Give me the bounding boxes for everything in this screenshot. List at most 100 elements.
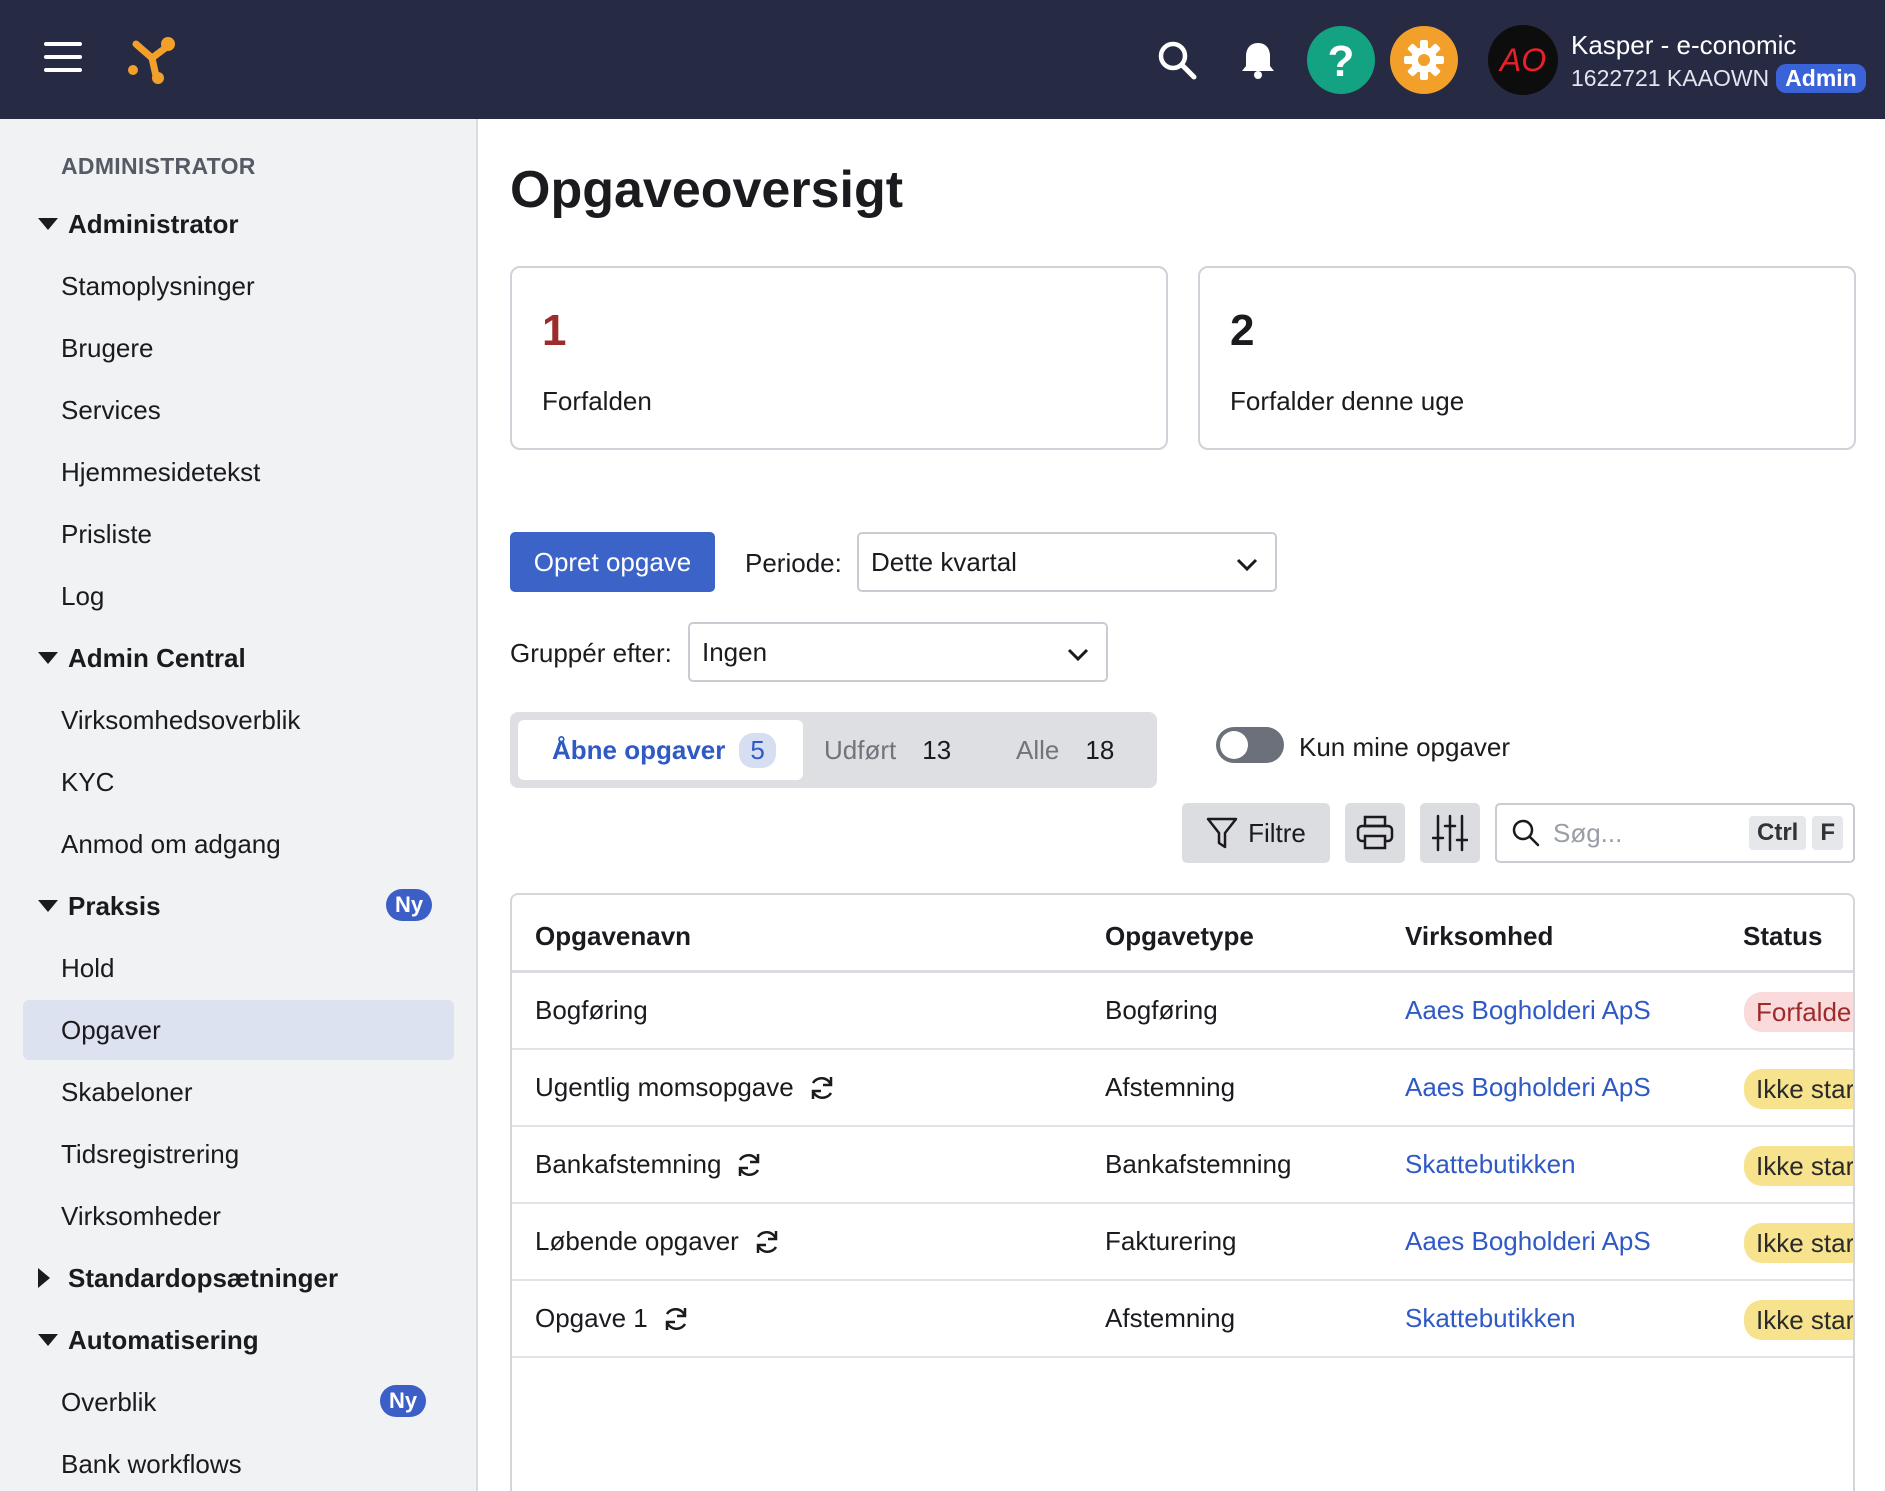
company-cell: Aaes Bogholderi ApS (1405, 1072, 1651, 1103)
sidebar-group-administrator[interactable]: Administrator (0, 194, 476, 254)
column-header-task-type[interactable]: Opgavetype (1105, 921, 1254, 952)
gear-icon[interactable] (1390, 26, 1458, 94)
tab-label: Udført (824, 734, 897, 765)
company-link[interactable]: Skattebutikken (1405, 1303, 1576, 1334)
column-settings-button[interactable] (1420, 803, 1480, 863)
status-badge: Ikke startet (1744, 1300, 1853, 1340)
column-header-company[interactable]: Virksomhed (1405, 921, 1553, 952)
sidebar-group-label: Praksis (68, 890, 161, 921)
tab-done[interactable]: Udført 13 (824, 720, 951, 780)
sidebar-item-tidsregistrering[interactable]: Tidsregistrering (0, 1124, 476, 1184)
caret-down-icon (38, 652, 60, 664)
page-title: Opgaveoversigt (510, 161, 904, 219)
period-label: Periode: (745, 548, 842, 578)
task-type: Afstemning (1105, 1072, 1236, 1102)
sidebar-item-overblik[interactable]: Overblik Ny (0, 1372, 476, 1432)
tab-label: Alle (1016, 734, 1060, 765)
sidebar-item-brugere[interactable]: Brugere (0, 318, 476, 378)
help-icon[interactable]: ? (1307, 26, 1375, 94)
sidebar-item-services[interactable]: Services (0, 380, 476, 440)
task-name: Bankafstemning (535, 1149, 722, 1179)
tab-count: 5 (739, 732, 776, 768)
sidebar-group-standardopsaetninger[interactable]: Standardopsætninger (0, 1248, 476, 1308)
sliders-icon (1432, 814, 1468, 852)
sidebar-item-skabeloner[interactable]: Skabeloner (0, 1062, 476, 1122)
column-header-status[interactable]: Status (1743, 921, 1822, 952)
sidebar-group-admin-central[interactable]: Admin Central (0, 628, 476, 688)
sidebar-item-opgaver[interactable]: Opgaver (23, 1000, 454, 1060)
recurring-icon (662, 1305, 690, 1333)
account-number: 1622721 KAAOWN (1571, 65, 1770, 91)
status-badge: Ikke startet (1744, 1223, 1853, 1263)
recurring-icon (808, 1074, 836, 1102)
bell-icon[interactable] (1224, 26, 1292, 94)
user-name[interactable]: Kasper - e-conomic (1571, 30, 1796, 61)
tab-open-tasks[interactable]: Åbne opgaver 5 (518, 720, 803, 780)
sidebar-item-virksomhedsoverblik[interactable]: Virksomhedsoverblik (0, 690, 476, 750)
company-cell: Skattebutikken (1405, 1303, 1576, 1334)
sidebar-item-hjemmesidetekst[interactable]: Hjemmesidetekst (0, 442, 476, 502)
tab-count: 18 (1085, 734, 1115, 765)
print-icon (1356, 815, 1394, 850)
sidebar-item-hold[interactable]: Hold (0, 938, 476, 998)
company-link[interactable]: Aaes Bogholderi ApS (1405, 1226, 1651, 1257)
sidebar-item-log[interactable]: Log (0, 566, 476, 626)
overdue-card[interactable]: 1 Forfalden (510, 266, 1168, 450)
caret-down-icon (38, 218, 60, 230)
sidebar-item-prisliste[interactable]: Prisliste (0, 504, 476, 564)
company-link[interactable]: Aaes Bogholderi ApS (1405, 995, 1651, 1026)
tab-label: Åbne opgaver (552, 734, 726, 765)
sidebar-item-label: Overblik (61, 1386, 157, 1417)
sidebar-group-praksis[interactable]: Praksis Ny (0, 876, 476, 936)
search-input[interactable] (1553, 817, 1743, 849)
create-task-button[interactable]: Opret opgave (510, 532, 715, 592)
task-name-cell: Bogføring (535, 995, 648, 1026)
company-link[interactable]: Aaes Bogholderi ApS (1405, 1072, 1651, 1103)
only-mine-label: Kun mine opgaver (1299, 732, 1511, 762)
period-value: Dette kvartal (871, 546, 1017, 577)
table-row[interactable]: Opgave 1 Afstemning Skattebutikken Ikke … (512, 1281, 1853, 1358)
task-type: Fakturering (1105, 1226, 1237, 1256)
sidebar-item-kyc[interactable]: KYC (0, 752, 476, 812)
group-by-value: Ingen (702, 636, 768, 667)
sidebar-group-label: Standardopsætninger (68, 1262, 339, 1293)
task-name: Opgave 1 (535, 1303, 648, 1333)
company-link[interactable]: Skattebutikken (1405, 1149, 1576, 1180)
only-mine-toggle[interactable] (1216, 727, 1284, 763)
task-name: Bogføring (535, 995, 648, 1025)
filter-label: Filtre (1248, 817, 1306, 848)
sidebar-item-bank-workflows[interactable]: Bank workflows (0, 1434, 476, 1491)
sidebar-item-stamoplysninger[interactable]: Stamoplysninger (0, 256, 476, 316)
sidebar-group-label: Automatisering (68, 1324, 259, 1355)
new-badge: Ny (380, 1385, 427, 1417)
table-row[interactable]: Bogføring Bogføring Aaes Bogholderi ApS … (512, 973, 1853, 1050)
due-this-week-count: 2 (1230, 306, 1255, 355)
filter-button[interactable]: Filtre (1182, 803, 1330, 863)
sidebar-group-label: Admin Central (68, 642, 246, 673)
task-name-cell: Bankafstemning (535, 1149, 763, 1180)
column-header-task-name[interactable]: Opgavenavn (535, 921, 691, 952)
task-status-tabs: Åbne opgaver 5 Udført 13 Alle 18 (510, 712, 1157, 788)
user-account: 1622721 KAAOWN Admin (1571, 64, 1866, 93)
print-button[interactable] (1345, 803, 1405, 863)
group-by-select[interactable]: Ingen (688, 622, 1108, 682)
task-type: Bogføring (1105, 995, 1218, 1025)
caret-down-icon (38, 900, 60, 912)
task-name-cell: Opgave 1 (535, 1303, 690, 1334)
hamburger-menu-icon[interactable] (44, 42, 82, 76)
sidebar-group-label: Administrator (68, 208, 239, 239)
search-field[interactable]: Ctrl F (1495, 803, 1855, 863)
table-row[interactable]: Løbende opgaver Fakturering Aaes Boghold… (512, 1204, 1853, 1281)
table-row[interactable]: Bankafstemning Bankafstemning Skattebuti… (512, 1127, 1853, 1204)
due-this-week-card[interactable]: 2 Forfalder denne uge (1198, 266, 1856, 450)
avatar[interactable]: AO (1488, 25, 1558, 95)
sidebar-item-anmod-om-adgang[interactable]: Anmod om adgang (0, 814, 476, 874)
search-icon[interactable] (1143, 26, 1211, 94)
table-row[interactable]: Ugentlig momsopgave Afstemning Aaes Bogh… (512, 1050, 1853, 1127)
company-cell: Skattebutikken (1405, 1149, 1576, 1180)
tab-all[interactable]: Alle 18 (1016, 720, 1114, 780)
period-select[interactable]: Dette kvartal (857, 532, 1277, 592)
sidebar-group-automatisering[interactable]: Automatisering (0, 1310, 476, 1370)
app-logo[interactable] (124, 30, 184, 90)
sidebar-item-virksomheder[interactable]: Virksomheder (0, 1186, 476, 1246)
